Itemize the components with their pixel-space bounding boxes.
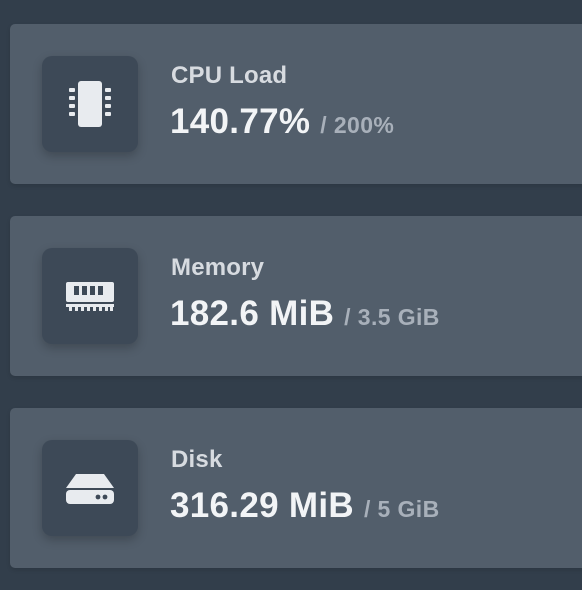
memory-value-line: 182.6 MiB / 3.5 GiB [170, 294, 440, 334]
memory-ram-icon [66, 282, 114, 311]
disk-label: Disk [171, 446, 223, 473]
memory-value: 182.6 MiB [170, 294, 335, 333]
disk-value: 316.29 MiB [170, 486, 354, 525]
cpu-value: 140.77% [170, 102, 311, 141]
memory-limit: / 3.5 GiB [344, 304, 440, 330]
cpu-icon-box [42, 56, 138, 152]
hard-drive-icon [66, 474, 114, 504]
memory-stat-card: Memory 182.6 MiB / 3.5 GiB [10, 216, 582, 376]
disk-value-line: 316.29 MiB / 5 GiB [170, 486, 440, 526]
memory-icon-box [42, 248, 138, 344]
cpu-label: CPU Load [171, 62, 288, 89]
disk-limit: / 5 GiB [363, 496, 440, 522]
cpu-chip-icon [69, 81, 111, 127]
cpu-value-line: 140.77% / 200% [170, 102, 394, 142]
memory-label: Memory [171, 254, 265, 281]
disk-stat-card: Disk 316.29 MiB / 5 GiB [10, 408, 582, 568]
cpu-stat-card: CPU Load 140.77% / 200% [10, 24, 582, 184]
disk-icon-box [42, 440, 138, 536]
cpu-limit: / 200% [320, 112, 395, 138]
